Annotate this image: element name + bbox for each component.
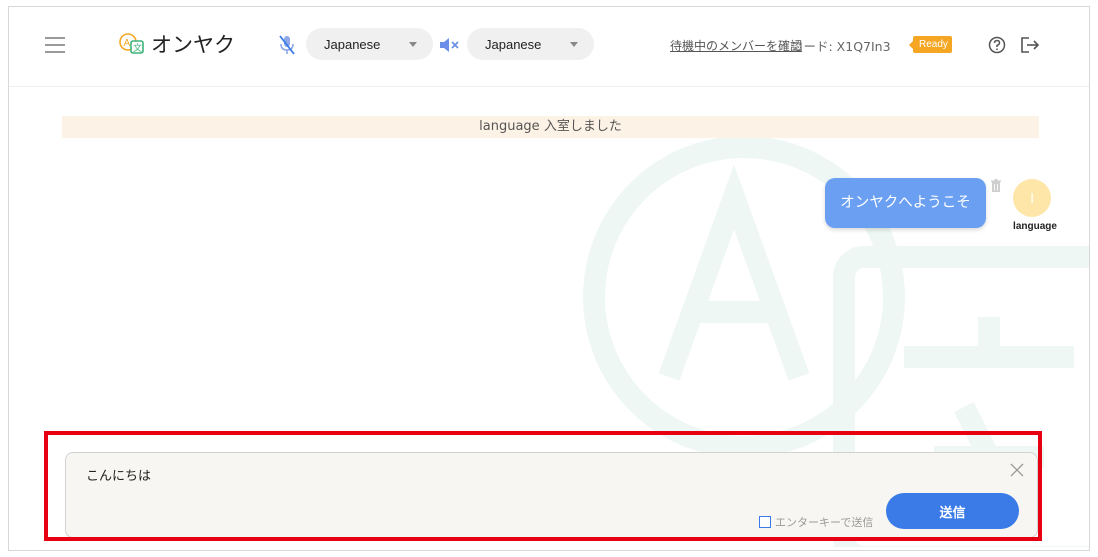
menu-icon[interactable] <box>45 37 65 53</box>
speaker-muted-icon[interactable] <box>439 37 459 53</box>
mic-muted-icon[interactable] <box>279 35 295 55</box>
app-name: オンヤク <box>151 33 235 57</box>
sender-name: language <box>1013 221 1057 232</box>
enter-to-send-toggle[interactable]: エンターキーで送信 <box>759 514 873 530</box>
svg-text:A: A <box>124 38 131 49</box>
message-composer: エンターキーで送信 送信 <box>65 452 1038 538</box>
close-icon[interactable] <box>1009 462 1025 478</box>
app-window: A 文 オンヤク Japanese Japanese 待機中のメンバーを確認 コ… <box>8 6 1090 551</box>
target-language-value: Japanese <box>485 36 542 52</box>
source-language-value: Japanese <box>324 36 381 52</box>
chevron-down-icon <box>570 42 578 47</box>
trash-icon[interactable] <box>990 179 1002 193</box>
system-message: language 入室しました <box>62 116 1039 138</box>
app-logo[interactable]: A 文 オンヤク <box>119 29 235 59</box>
enter-to-send-checkbox[interactable] <box>759 516 771 528</box>
avatar: l <box>1013 179 1051 217</box>
status-badge: Ready <box>909 36 952 53</box>
app-header: A 文 オンヤク Japanese Japanese 待機中のメンバーを確認 コ… <box>9 7 1089 87</box>
translate-logo-icon: A 文 <box>119 33 144 54</box>
waiting-members-link[interactable]: 待機中のメンバーを確認 <box>670 37 802 54</box>
send-button[interactable]: 送信 <box>886 493 1019 529</box>
logout-icon[interactable] <box>1020 36 1040 54</box>
enter-to-send-label: エンターキーで送信 <box>775 516 874 529</box>
chevron-down-icon <box>409 42 417 47</box>
target-language-select[interactable]: Japanese <box>467 28 594 60</box>
source-language-select[interactable]: Japanese <box>306 28 433 60</box>
room-code: コード: X1Q7In3 <box>791 39 891 54</box>
svg-text:文: 文 <box>133 42 142 54</box>
message-input[interactable] <box>86 467 886 482</box>
help-icon[interactable] <box>988 36 1006 54</box>
chat-message-bubble: オンヤクへようこそ <box>825 178 986 228</box>
